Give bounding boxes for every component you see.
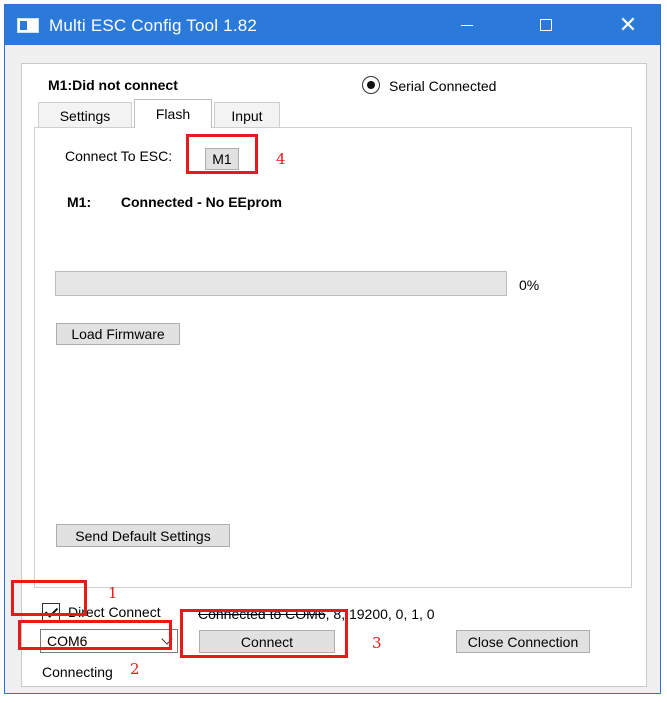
maximize-button[interactable] (523, 5, 569, 45)
annotation-box-1 (11, 580, 87, 616)
maximize-icon (540, 19, 552, 31)
annotation-number-2: 2 (130, 660, 140, 678)
annotation-number-3: 3 (372, 634, 382, 652)
close-connection-button[interactable]: Close Connection (456, 630, 590, 653)
esc-status-name: M1: (67, 194, 92, 210)
serial-connected-label[interactable]: Serial Connected (389, 78, 503, 94)
send-default-settings-button[interactable]: Send Default Settings (56, 524, 230, 547)
close-icon: ✕ (618, 12, 638, 37)
annotation-box-2 (18, 620, 172, 650)
device-status-label: M1:Did not connect (48, 77, 178, 93)
annotation-box-4 (186, 134, 258, 174)
load-firmware-button[interactable]: Load Firmware (56, 323, 180, 345)
title-bar[interactable]: Multi ESC Config Tool 1.82 ✕ (5, 5, 660, 45)
minimize-button[interactable] (444, 5, 490, 45)
flash-progress-label: 0% (519, 277, 540, 293)
app-window-icon (17, 18, 39, 33)
annotation-number-1: 1 (108, 584, 118, 602)
serial-connected-radio[interactable] (362, 76, 380, 94)
minimize-icon (461, 24, 473, 26)
connect-to-esc-label: Connect To ESC: (65, 148, 173, 164)
tab-input[interactable]: Input (214, 102, 280, 128)
flash-panel: Connect To ESC: M1 M1: Connected - No EE… (34, 127, 632, 588)
connection-status: Connecting (42, 664, 113, 680)
esc-status-value: Connected - No EEprom (120, 194, 282, 210)
window-title: Multi ESC Config Tool 1.82 (49, 16, 258, 35)
esc-status: M1: Connected - No EEprom (67, 194, 282, 210)
tab-settings[interactable]: Settings (38, 102, 132, 128)
tab-flash[interactable]: Flash (134, 99, 212, 128)
close-window-button[interactable]: ✕ (605, 5, 651, 45)
annotation-number-4: 4 (276, 150, 286, 168)
flash-progress-bar (55, 271, 507, 296)
annotation-box-3 (180, 609, 348, 658)
app-window: Multi ESC Config Tool 1.82 ✕ M1:Did not … (4, 4, 661, 694)
